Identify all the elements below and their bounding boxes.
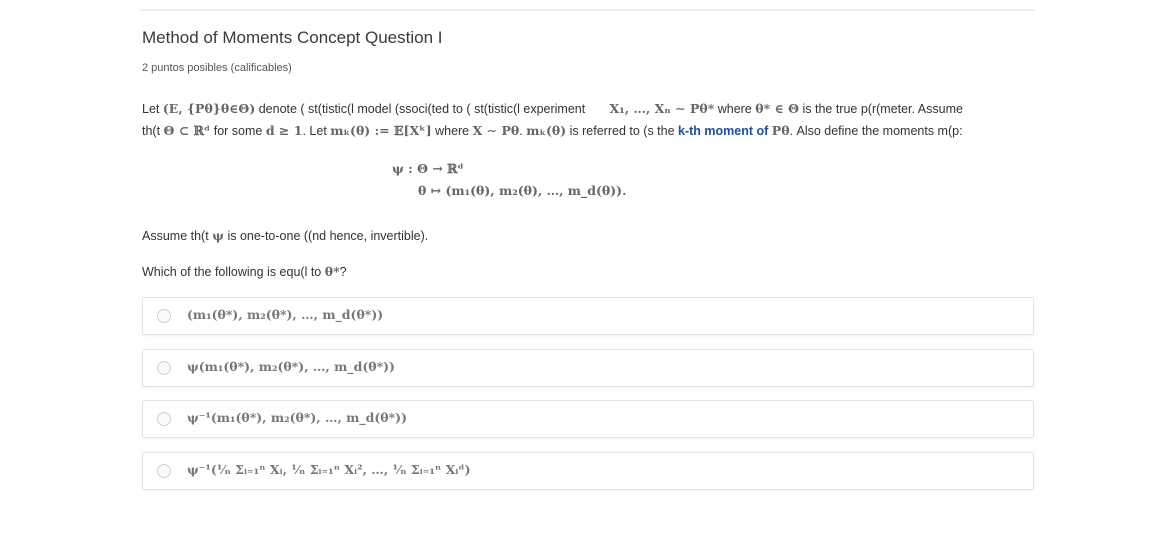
text-true-param: is the true p(r(meter. Assume <box>802 102 963 116</box>
top-divider <box>140 9 1035 11</box>
text-that: th(t <box>142 124 161 138</box>
math-p-theta: Pθ <box>771 123 790 138</box>
answer-option-1[interactable]: (m₁(θ*), m₂(θ*), …, m_d(θ*)) <box>142 297 1034 335</box>
radio-button[interactable] <box>157 464 171 478</box>
answer-option-2[interactable]: ψ(m₁(θ*), m₂(θ*), …, m_d(θ*)) <box>142 349 1034 387</box>
answer-option-label: (m₁(θ*), m₂(θ*), …, m_d(θ*)) <box>187 307 384 322</box>
math-mk: mₖ(θ) <box>526 123 567 138</box>
problem-text-line-1: Let (E, {Pθ}θ∈Θ) denote ( st(tistic(l mo… <box>142 101 1032 116</box>
text-let-2: . Let <box>302 124 327 138</box>
math-true-param: θ* ∈ Θ <box>755 101 799 116</box>
problem-title: Method of Moments Concept Question I <box>142 28 443 47</box>
math-d: d ≥ 1 <box>265 123 303 138</box>
math-subset: Θ ⊂ ℝᵈ <box>163 123 211 138</box>
math-moment-def: mₖ(θ) := 𝔼[Xᵏ] <box>330 123 432 138</box>
math-theta-star: θ* <box>324 264 340 279</box>
text-kth-moment: k-th moment of <box>678 124 769 138</box>
assume-text: Assume th(t ψ is one-to-one ((nd hence, … <box>142 228 1032 243</box>
answer-option-4[interactable]: ψ⁻¹(¹⁄ₙ Σᵢ₌₁ⁿ Xᵢ, ¹⁄ₙ Σᵢ₌₁ⁿ Xᵢ², …, ¹⁄ₙ … <box>142 452 1034 490</box>
text-assume-post: is one-to-one ((nd hence, invertible). <box>227 229 429 243</box>
math-display-line-2: θ ↦ (m₁(θ), m₂(θ), …, m_d(θ)). <box>418 183 627 198</box>
math-sample: X₁, …, Xₙ ∼ Pθ* <box>609 101 715 116</box>
text-which-post: ? <box>339 265 347 279</box>
math-statistical-model: (E, {Pθ}θ∈Θ) <box>162 101 256 116</box>
math-display-map: ψ : Θ → ℝᵈ θ ↦ (m₁(θ), m₂(θ), …, m_d(θ))… <box>392 158 626 202</box>
math-psi: ψ <box>212 228 224 243</box>
text-where-2: where <box>435 124 470 138</box>
which-text: Which of the following is equ(l to θ*? <box>142 264 1032 279</box>
radio-button[interactable] <box>157 309 171 323</box>
text-for-some: for some <box>213 124 263 138</box>
text-assume-pre: Assume th(t <box>142 229 209 243</box>
text-define: . Also define the moments m(p: <box>789 124 963 138</box>
text-where: where <box>717 102 752 116</box>
text-let: Let <box>142 102 160 116</box>
text-referred: is referred to (s the <box>569 124 675 138</box>
radio-button[interactable] <box>157 412 171 426</box>
math-x-dist: X ∼ Pθ <box>472 123 520 138</box>
answer-option-label: ψ⁻¹(m₁(θ*), m₂(θ*), …, m_d(θ*)) <box>187 410 408 425</box>
text-which-pre: Which of the following is equ(l to <box>142 265 322 279</box>
answer-option-label: ψ⁻¹(¹⁄ₙ Σᵢ₌₁ⁿ Xᵢ, ¹⁄ₙ Σᵢ₌₁ⁿ Xᵢ², …, ¹⁄ₙ … <box>187 462 471 477</box>
text-dot: . <box>519 124 523 138</box>
problem-text-line-2: th(t Θ ⊂ ℝᵈ for some d ≥ 1. Let mₖ(θ) :=… <box>142 123 1032 138</box>
answer-option-label: ψ(m₁(θ*), m₂(θ*), …, m_d(θ*)) <box>187 359 395 374</box>
points-possible: 2 puntos posibles (calificables) <box>142 62 292 74</box>
answer-option-3[interactable]: ψ⁻¹(m₁(θ*), m₂(θ*), …, m_d(θ*)) <box>142 400 1034 438</box>
math-display-line-1: ψ : Θ → ℝᵈ <box>392 161 464 176</box>
radio-button[interactable] <box>157 361 171 375</box>
text-denote: denote ( st(tistic(l model (ssoci(ted to… <box>258 102 586 116</box>
